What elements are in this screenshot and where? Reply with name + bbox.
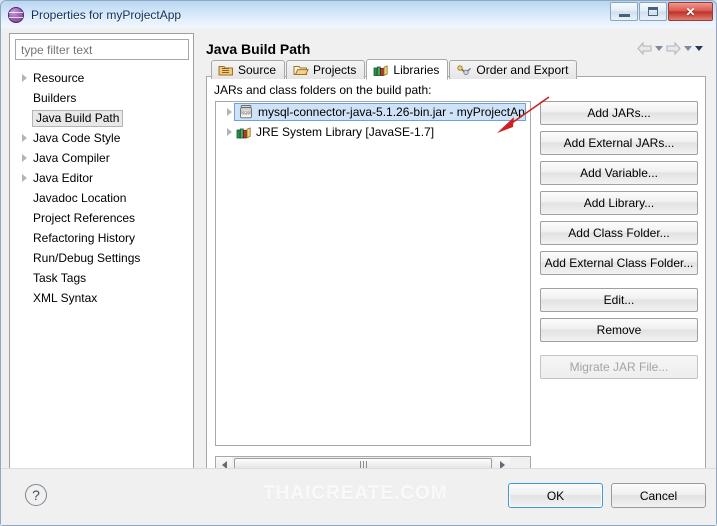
tab-order-and-export[interactable]: Order and Export <box>449 60 578 79</box>
sidebar-item-java-code-style[interactable]: Java Code Style <box>10 128 193 148</box>
sidebar-item-builders[interactable]: Builders <box>10 88 193 108</box>
caret-down-icon[interactable] <box>684 46 692 51</box>
arrow-right-icon[interactable] <box>666 42 681 55</box>
edit-button[interactable]: Edit... <box>540 288 698 312</box>
list-label: JARs and class folders on the build path… <box>214 83 432 97</box>
dialog-footer: ? OK Cancel <box>1 468 716 525</box>
eclipse-sphere-icon <box>8 7 24 23</box>
expander-icon[interactable] <box>222 128 236 136</box>
open-folder-icon <box>293 63 309 77</box>
maximize-button[interactable] <box>639 2 667 21</box>
dialog-body: Resource Builders Java Build Path Java C… <box>1 28 716 525</box>
cancel-button[interactable]: Cancel <box>611 483 706 508</box>
arrow-left-icon[interactable] <box>637 42 652 55</box>
tab-label: Order and Export <box>476 63 569 77</box>
properties-dialog: Properties for myProjectApp ✕ Resource <box>0 0 717 526</box>
list-item-label: mysql-connector-java-5.1.26-bin.jar - my… <box>258 105 526 119</box>
tab-source[interactable]: Source <box>211 60 286 79</box>
sidebar-item-label: Java Build Path <box>32 109 124 127</box>
settings-content-pane: Java Build Path Source Projects Librarie… <box>201 28 711 490</box>
window-title: Properties for myProjectApp <box>31 7 182 22</box>
grip-icon <box>359 461 367 468</box>
list-item[interactable]: JRE System Library [JavaSE-1.7] <box>216 122 530 142</box>
expander-icon[interactable] <box>18 154 31 162</box>
minimize-button[interactable] <box>610 2 638 21</box>
sidebar-item-label: Java Editor <box>33 171 94 185</box>
migrate-jar-file-button: Migrate JAR File... <box>540 355 698 379</box>
window-controls: ✕ <box>609 2 713 21</box>
sidebar-item-label: Task Tags <box>33 271 87 285</box>
tab-label: Libraries <box>393 62 440 77</box>
list-item[interactable]: 010 mysql-connector-java-5.1.26-bin.jar … <box>216 102 530 122</box>
expander-icon[interactable] <box>18 174 31 182</box>
question-mark-icon[interactable]: ? <box>25 484 47 506</box>
source-folder-icon <box>218 63 234 77</box>
svg-text:010: 010 <box>242 112 250 116</box>
add-variable-button[interactable]: Add Variable... <box>540 161 698 185</box>
title-bar: Properties for myProjectApp ✕ <box>1 1 716 28</box>
close-button[interactable]: ✕ <box>668 2 713 21</box>
filter-input[interactable] <box>15 39 189 60</box>
caret-down-icon[interactable] <box>655 46 663 51</box>
expander-icon[interactable] <box>18 74 31 82</box>
page-title: Java Build Path <box>206 41 311 57</box>
sidebar-item-label: Project References <box>33 211 136 225</box>
tab-libraries[interactable]: Libraries <box>366 59 449 80</box>
add-library-button[interactable]: Add Library... <box>540 191 698 215</box>
sidebar-item-label: Java Compiler <box>33 151 110 165</box>
tab-label: Source <box>238 63 277 77</box>
page-navigation <box>637 42 703 55</box>
sidebar-item-resource[interactable]: Resource <box>10 68 193 88</box>
sidebar-item-label: Java Code Style <box>33 131 121 145</box>
expander-icon[interactable] <box>18 134 31 142</box>
settings-tree: Resource Builders Java Build Path Java C… <box>10 66 193 487</box>
settings-navigation-pane: Resource Builders Java Build Path Java C… <box>9 33 194 488</box>
sidebar-item-run-debug-settings[interactable]: Run/Debug Settings <box>10 248 193 268</box>
maximize-icon <box>648 7 658 16</box>
sidebar-item-label: Builders <box>33 91 77 105</box>
tab-projects[interactable]: Projects <box>286 60 366 79</box>
view-menu-caret-icon[interactable] <box>695 46 703 51</box>
library-books-icon <box>236 124 252 140</box>
tab-strip: Source Projects Libraries Order and Expo… <box>211 58 578 80</box>
sidebar-item-label: Javadoc Location <box>33 191 127 205</box>
build-path-actions: Add JARs... Add External JARs... Add Var… <box>540 101 698 385</box>
build-path-list[interactable]: 010 mysql-connector-java-5.1.26-bin.jar … <box>215 101 531 446</box>
sidebar-item-xml-syntax[interactable]: XML Syntax <box>10 288 193 308</box>
add-class-folder-button[interactable]: Add Class Folder... <box>540 221 698 245</box>
build-path-panel: Source Projects Libraries Order and Expo… <box>206 59 706 482</box>
sidebar-item-javadoc-location[interactable]: Javadoc Location <box>10 188 193 208</box>
minimize-icon <box>618 13 630 17</box>
add-external-class-folder-button[interactable]: Add External Class Folder... <box>540 251 698 275</box>
jar-file-icon: 010 <box>238 104 254 120</box>
add-jars-button[interactable]: Add JARs... <box>540 101 698 125</box>
sidebar-item-label: XML Syntax <box>33 291 98 305</box>
sidebar-item-java-compiler[interactable]: Java Compiler <box>10 148 193 168</box>
list-item-label: JRE System Library [JavaSE-1.7] <box>256 125 435 139</box>
sidebar-item-label: Resource <box>33 71 85 85</box>
sidebar-item-java-build-path[interactable]: Java Build Path <box>10 108 193 128</box>
sidebar-item-label: Run/Debug Settings <box>33 251 141 265</box>
sidebar-item-label: Refactoring History <box>33 231 136 245</box>
ok-button[interactable]: OK <box>508 483 603 508</box>
list-item-content: JRE System Library [JavaSE-1.7] <box>236 124 434 140</box>
sidebar-item-task-tags[interactable]: Task Tags <box>10 268 193 288</box>
tab-label: Projects <box>313 63 357 77</box>
sidebar-item-project-references[interactable]: Project References <box>10 208 193 228</box>
add-external-jars-button[interactable]: Add External JARs... <box>540 131 698 155</box>
order-export-icon <box>456 63 472 77</box>
list-item-selection: 010 mysql-connector-java-5.1.26-bin.jar … <box>234 103 526 121</box>
sidebar-item-java-editor[interactable]: Java Editor <box>10 168 193 188</box>
library-books-icon <box>373 63 389 77</box>
sidebar-item-refactoring-history[interactable]: Refactoring History <box>10 228 193 248</box>
remove-button[interactable]: Remove <box>540 318 698 342</box>
